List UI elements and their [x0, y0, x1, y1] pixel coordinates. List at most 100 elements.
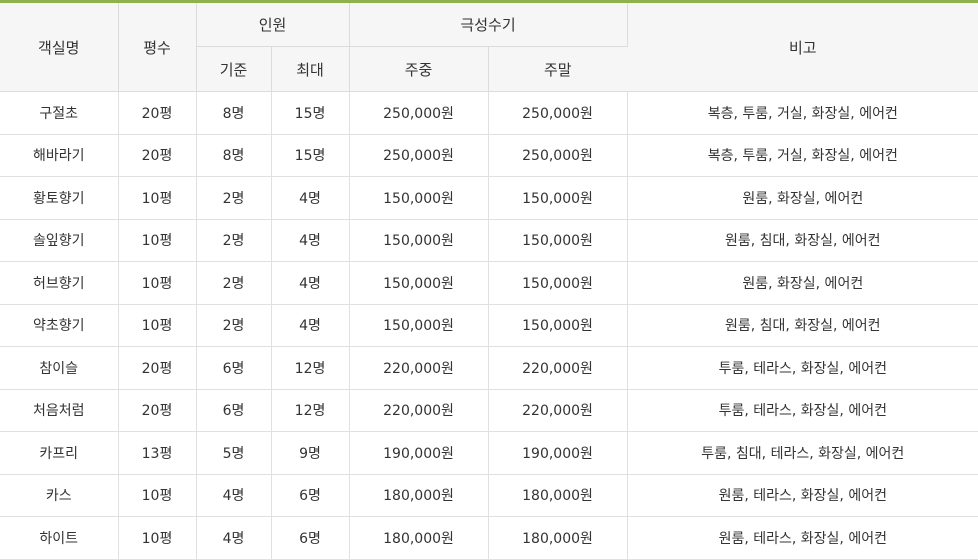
cell-people-standard: 6명	[196, 346, 272, 390]
cell-people-standard: 4명	[196, 474, 272, 517]
cell-notes: 원룸, 테라스, 화장실, 에어컨	[627, 516, 978, 560]
cell-weekday-price: 150,000원	[349, 176, 489, 220]
header-row-top: 객실명 평수 인원 극성수기 비고	[0, 3, 978, 92]
cell-weekday-price: 250,000원	[349, 134, 489, 177]
cell-weekend-price: 150,000원	[488, 176, 628, 220]
cell-notes: 투룸, 침대, 테라스, 화장실, 에어컨	[627, 431, 978, 475]
header-size: 평수	[118, 3, 197, 92]
room-rate-table: 객실명 평수 인원 극성수기 비고 기준 최대 주중 주말 구절초 20평 8명…	[0, 3, 978, 560]
cell-size: 20평	[118, 346, 197, 390]
cell-people-standard: 2명	[196, 219, 272, 262]
cell-weekday-price: 220,000원	[349, 389, 489, 432]
cell-people-max: 6명	[271, 474, 350, 517]
cell-notes: 투룸, 테라스, 화장실, 에어컨	[627, 389, 978, 432]
cell-weekend-price: 220,000원	[488, 346, 628, 390]
cell-size: 20평	[118, 91, 197, 135]
cell-weekend-price: 250,000원	[488, 91, 628, 135]
cell-people-standard: 8명	[196, 134, 272, 177]
cell-people-standard: 5명	[196, 431, 272, 475]
cell-weekend-price: 180,000원	[488, 474, 628, 517]
cell-people-standard: 4명	[196, 516, 272, 560]
cell-people-max: 4명	[271, 176, 350, 220]
cell-people-max: 12명	[271, 346, 350, 390]
cell-size: 10평	[118, 176, 197, 220]
table-row: 구절초 20평 8명 15명 250,000원 250,000원 복층, 투룸,…	[0, 91, 978, 135]
cell-people-max: 15명	[271, 91, 350, 135]
header-weekend: 주말	[488, 46, 628, 92]
cell-weekend-price: 150,000원	[488, 304, 628, 347]
cell-size: 13평	[118, 431, 197, 475]
cell-people-standard: 8명	[196, 91, 272, 135]
cell-weekday-price: 220,000원	[349, 346, 489, 390]
cell-notes: 원룸, 침대, 화장실, 에어컨	[627, 219, 978, 262]
cell-notes: 복층, 투룸, 거실, 화장실, 에어컨	[627, 91, 978, 135]
cell-people-max: 4명	[271, 304, 350, 347]
cell-people-max: 4명	[271, 261, 350, 305]
cell-room-name: 하이트	[0, 516, 119, 560]
table-row: 해바라기 20평 8명 15명 250,000원 250,000원 복층, 투룸…	[0, 134, 978, 177]
cell-weekday-price: 150,000원	[349, 261, 489, 305]
table-row: 카스 10평 4명 6명 180,000원 180,000원 원룸, 테라스, …	[0, 474, 978, 517]
header-room-name: 객실명	[0, 3, 119, 92]
cell-weekend-price: 150,000원	[488, 261, 628, 305]
cell-weekend-price: 190,000원	[488, 431, 628, 475]
table-header: 객실명 평수 인원 극성수기 비고 기준 최대 주중 주말	[0, 3, 978, 92]
header-weekday: 주중	[349, 46, 489, 92]
table-body: 구절초 20평 8명 15명 250,000원 250,000원 복층, 투룸,…	[0, 91, 978, 560]
table-row: 약초향기 10평 2명 4명 150,000원 150,000원 원룸, 침대,…	[0, 304, 978, 347]
cell-notes: 원룸, 테라스, 화장실, 에어컨	[627, 474, 978, 517]
cell-people-max: 4명	[271, 219, 350, 262]
cell-room-name: 약초향기	[0, 304, 119, 347]
cell-size: 10평	[118, 474, 197, 517]
cell-room-name: 참이슬	[0, 346, 119, 390]
cell-people-standard: 2명	[196, 304, 272, 347]
cell-notes: 원룸, 화장실, 에어컨	[627, 261, 978, 305]
cell-weekday-price: 190,000원	[349, 431, 489, 475]
table-row: 참이슬 20평 6명 12명 220,000원 220,000원 투룸, 테라스…	[0, 346, 978, 390]
cell-weekend-price: 250,000원	[488, 134, 628, 177]
table-row: 하이트 10평 4명 6명 180,000원 180,000원 원룸, 테라스,…	[0, 516, 978, 560]
cell-weekend-price: 180,000원	[488, 516, 628, 560]
cell-weekday-price: 150,000원	[349, 304, 489, 347]
cell-weekend-price: 220,000원	[488, 389, 628, 432]
cell-notes: 원룸, 침대, 화장실, 에어컨	[627, 304, 978, 347]
cell-people-standard: 2명	[196, 176, 272, 220]
cell-room-name: 구절초	[0, 91, 119, 135]
table-row: 처음처럼 20평 6명 12명 220,000원 220,000원 투룸, 테라…	[0, 389, 978, 432]
cell-size: 10평	[118, 304, 197, 347]
cell-room-name: 허브향기	[0, 261, 119, 305]
cell-size: 10평	[118, 516, 197, 560]
cell-people-max: 6명	[271, 516, 350, 560]
cell-room-name: 황토향기	[0, 176, 119, 220]
cell-people-max: 15명	[271, 134, 350, 177]
cell-size: 20평	[118, 389, 197, 432]
cell-size: 10평	[118, 261, 197, 305]
header-people-standard: 기준	[196, 46, 272, 92]
cell-weekday-price: 250,000원	[349, 91, 489, 135]
cell-people-max: 12명	[271, 389, 350, 432]
cell-weekday-price: 180,000원	[349, 516, 489, 560]
header-people: 인원	[196, 3, 350, 47]
cell-notes: 투룸, 테라스, 화장실, 에어컨	[627, 346, 978, 390]
room-rate-table-container: 객실명 평수 인원 극성수기 비고 기준 최대 주중 주말 구절초 20평 8명…	[0, 0, 978, 560]
cell-notes: 복층, 투룸, 거실, 화장실, 에어컨	[627, 134, 978, 177]
cell-room-name: 처음처럼	[0, 389, 119, 432]
cell-people-standard: 6명	[196, 389, 272, 432]
cell-room-name: 해바라기	[0, 134, 119, 177]
header-peak-season: 극성수기	[349, 3, 628, 47]
cell-people-max: 9명	[271, 431, 350, 475]
cell-notes: 원룸, 화장실, 에어컨	[627, 176, 978, 220]
cell-size: 10평	[118, 219, 197, 262]
cell-size: 20평	[118, 134, 197, 177]
table-row: 황토향기 10평 2명 4명 150,000원 150,000원 원룸, 화장실…	[0, 176, 978, 220]
cell-room-name: 카스	[0, 474, 119, 517]
cell-room-name: 솔잎향기	[0, 219, 119, 262]
cell-weekday-price: 150,000원	[349, 219, 489, 262]
cell-room-name: 카프리	[0, 431, 119, 475]
header-people-max: 최대	[271, 46, 350, 92]
cell-weekday-price: 180,000원	[349, 474, 489, 517]
cell-people-standard: 2명	[196, 261, 272, 305]
table-row: 솔잎향기 10평 2명 4명 150,000원 150,000원 원룸, 침대,…	[0, 219, 978, 262]
table-row: 카프리 13평 5명 9명 190,000원 190,000원 투룸, 침대, …	[0, 431, 978, 475]
header-notes: 비고	[627, 3, 978, 92]
